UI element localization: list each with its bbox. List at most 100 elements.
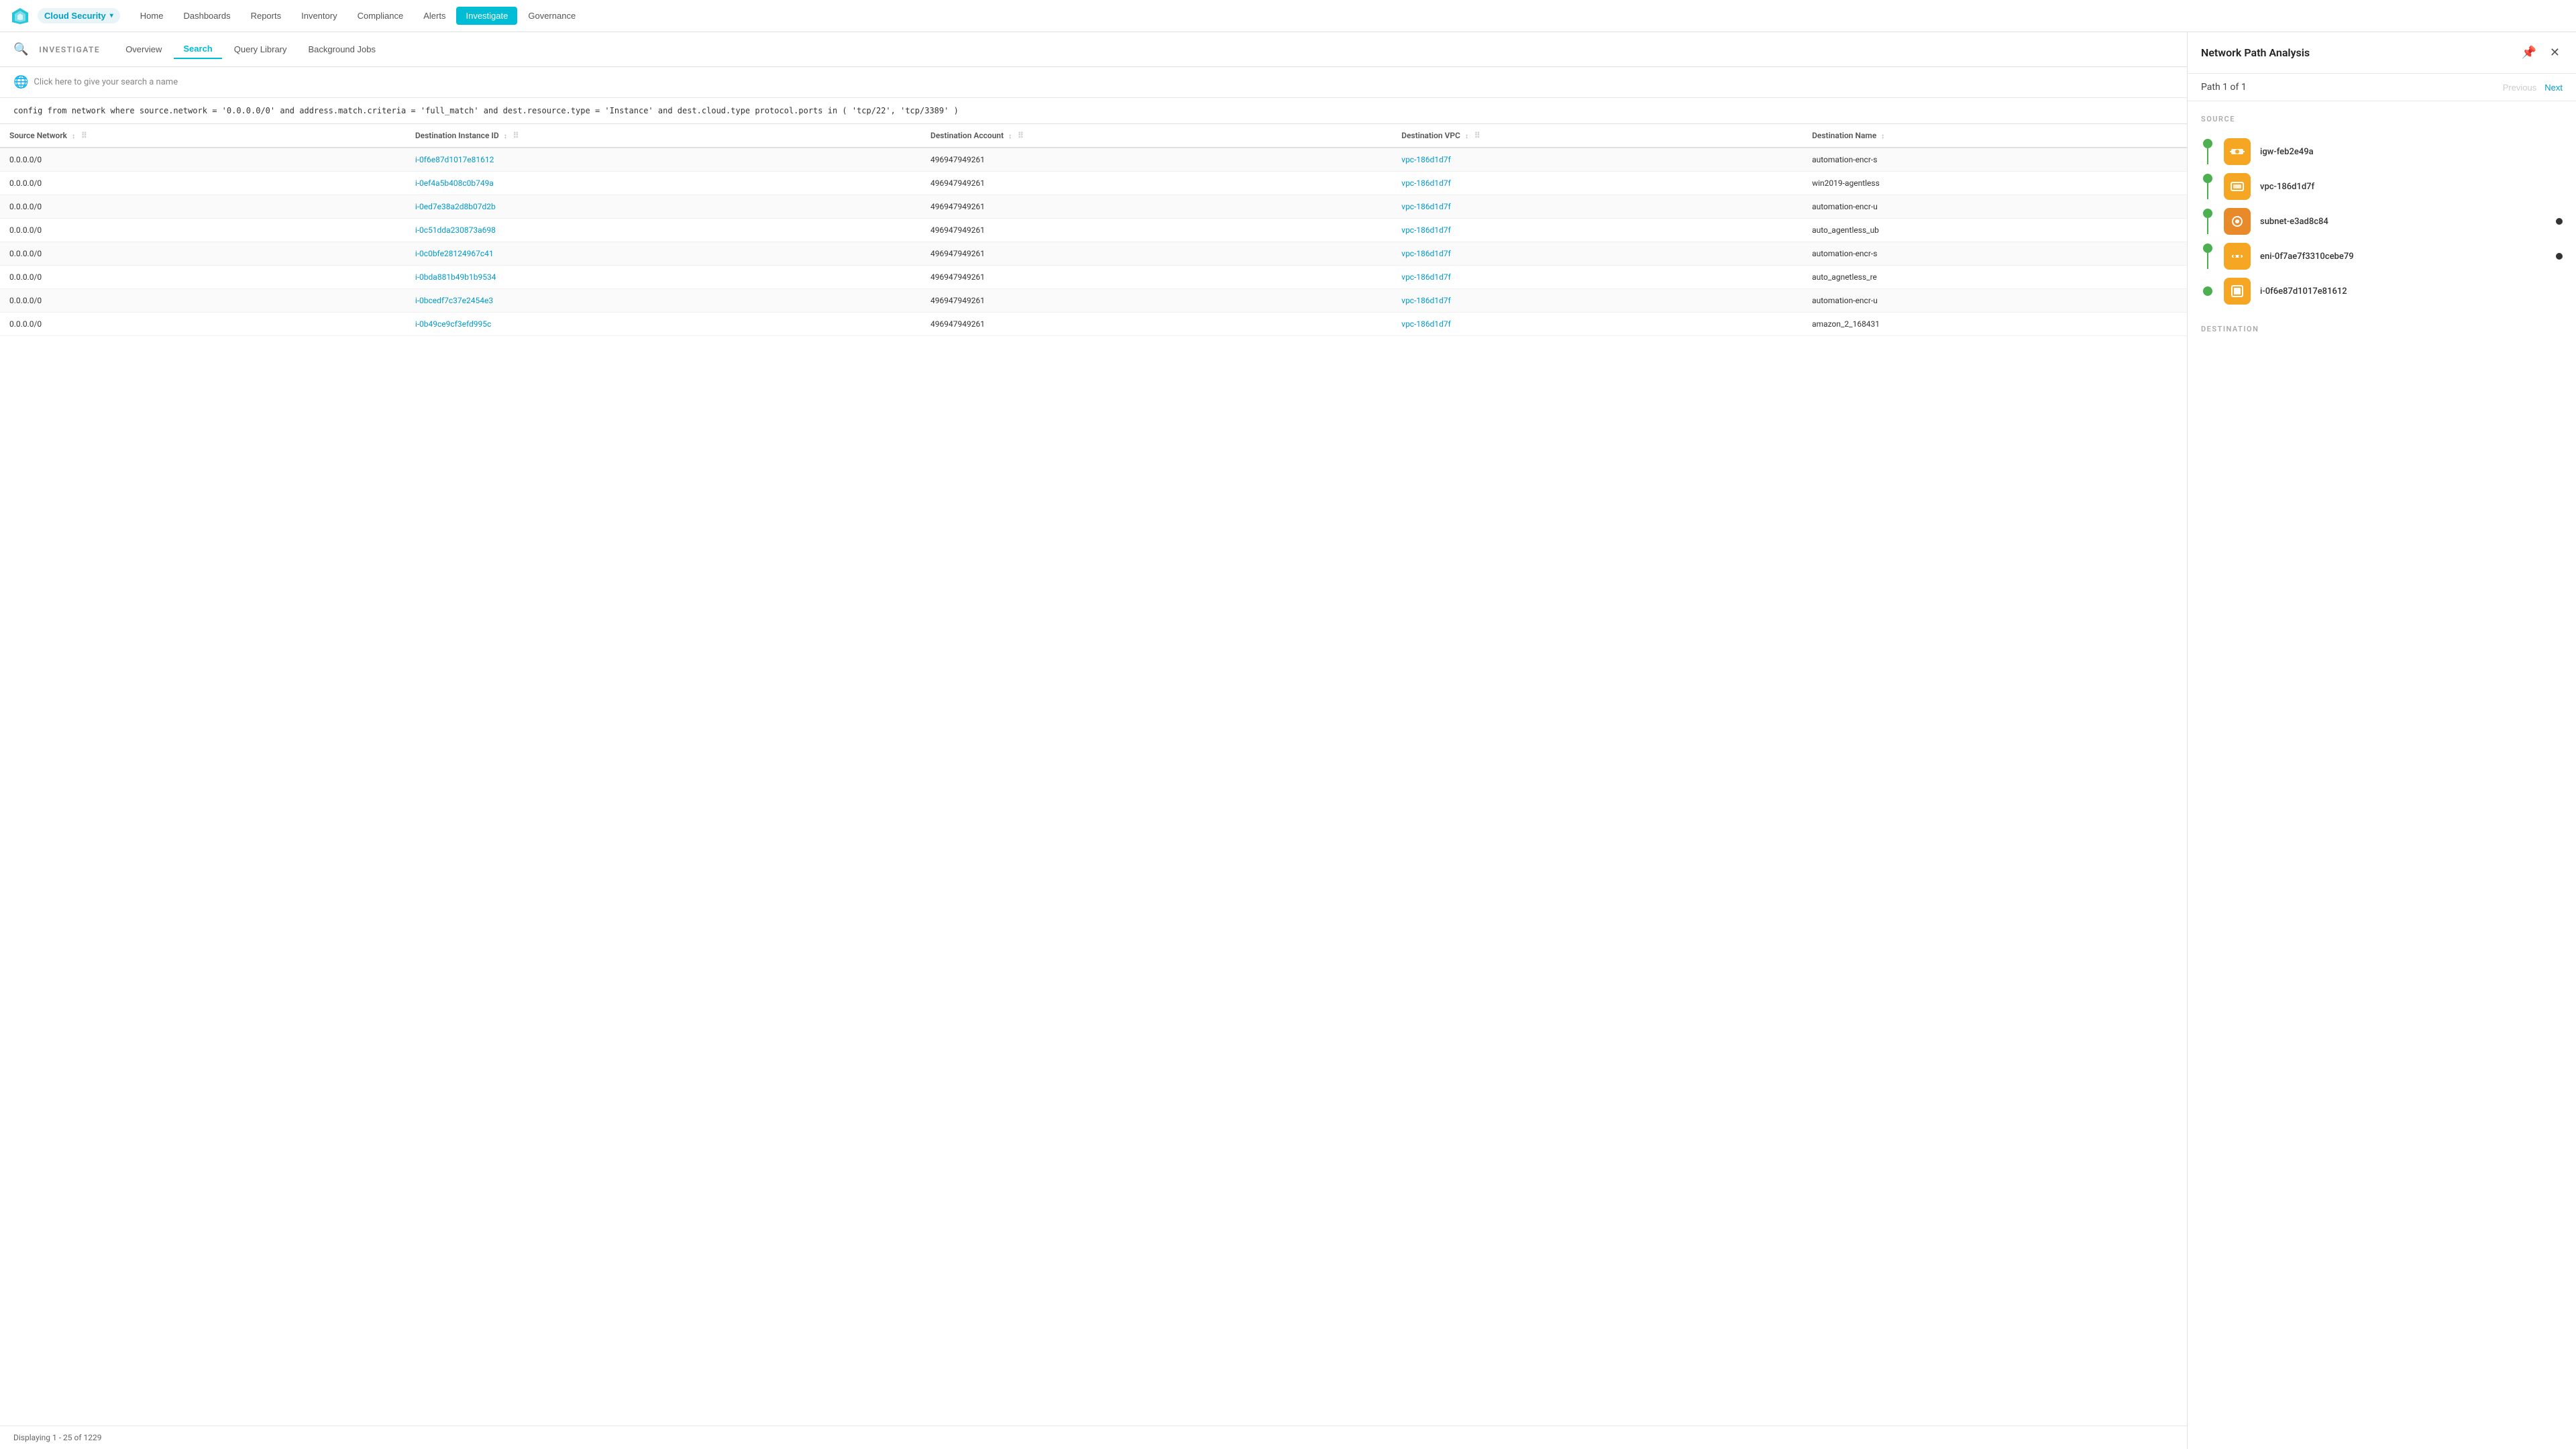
cell-dest-instance-id[interactable]: i-0c51dda230873a698 xyxy=(406,219,921,242)
col-dest-name: Destination Name ↕ xyxy=(1803,124,2187,148)
tab-search[interactable]: Search xyxy=(174,40,221,59)
node-line-igw xyxy=(2207,148,2208,164)
query-bar[interactable]: config from network where source.network… xyxy=(0,98,2187,124)
cell-dest-account: 496947949261 xyxy=(921,172,1392,195)
pin-button[interactable]: 📌 xyxy=(2518,43,2538,62)
node-dot-vpc xyxy=(2203,174,2212,183)
cell-source-network: 0.0.0.0/0 xyxy=(0,242,406,266)
node-line-vpc xyxy=(2207,183,2208,199)
cell-dest-vpc[interactable]: vpc-186d1d7f xyxy=(1392,289,1803,313)
nav-governance[interactable]: Governance xyxy=(519,7,585,25)
nav-inventory[interactable]: Inventory xyxy=(292,7,346,25)
path-nodes: igw-feb2e49a vpc-186d1d7f xyxy=(2201,134,2563,309)
top-nav: Cloud Security ▾ Home Dashboards Reports… xyxy=(0,0,2576,32)
path-nav: Path 1 of 1 Previous Next xyxy=(2188,74,2576,101)
sort-dest-instance-icon[interactable]: ↕ xyxy=(504,133,507,140)
sort-dest-account-icon[interactable]: ↕ xyxy=(1008,133,1012,140)
cell-dest-vpc[interactable]: vpc-186d1d7f xyxy=(1392,195,1803,219)
cell-dest-vpc[interactable]: vpc-186d1d7f xyxy=(1392,266,1803,289)
col-dest-account-label: Destination Account xyxy=(930,131,1004,140)
path-label: Path xyxy=(2201,82,2220,93)
drag-dest-vpc-icon[interactable]: ⠿ xyxy=(1474,131,1481,140)
investigate-title: INVESTIGATE xyxy=(39,45,100,54)
cell-dest-instance-id[interactable]: i-0ef4a5b408c0b749a xyxy=(406,172,921,195)
brand-chevron: ▾ xyxy=(110,12,113,19)
nav-alerts[interactable]: Alerts xyxy=(414,7,455,25)
sort-source-network-icon[interactable]: ↕ xyxy=(72,133,75,140)
node-connector-igw xyxy=(2201,139,2214,164)
cell-dest-name: automation-encr-s xyxy=(1803,148,2187,172)
cell-dest-vpc[interactable]: vpc-186d1d7f xyxy=(1392,242,1803,266)
col-dest-name-label: Destination Name xyxy=(1812,131,1876,140)
destination-section: DESTINATION xyxy=(2201,325,2563,333)
cell-dest-instance-id[interactable]: i-0b49ce9cf3efd995c xyxy=(406,313,921,336)
search-name-placeholder[interactable]: Click here to give your search a name xyxy=(34,77,178,87)
node-line-eni xyxy=(2207,253,2208,269)
nav-links: Home Dashboards Reports Inventory Compli… xyxy=(131,7,585,25)
nav-home[interactable]: Home xyxy=(131,7,173,25)
cell-dest-instance-id[interactable]: i-0ed7e38a2d8b07d2b xyxy=(406,195,921,219)
display-count: Displaying 1 - 25 of 1229 xyxy=(13,1433,101,1442)
drag-source-network-icon[interactable]: ⠿ xyxy=(81,131,87,140)
table-footer: Displaying 1 - 25 of 1229 xyxy=(0,1426,2187,1449)
tab-background-jobs[interactable]: Background Jobs xyxy=(299,40,385,59)
node-label-eni: eni-0f7ae7f3310cebe79 xyxy=(2260,252,2354,262)
sort-dest-vpc-icon[interactable]: ↕ xyxy=(1465,133,1468,140)
col-source-network-label: Source Network xyxy=(9,131,67,140)
node-connector-eni xyxy=(2201,244,2214,269)
cell-dest-vpc[interactable]: vpc-186d1d7f xyxy=(1392,219,1803,242)
table-area: Source Network ↕ ⠿ Destination Instance … xyxy=(0,124,2187,1426)
nav-investigate[interactable]: Investigate xyxy=(456,7,517,25)
node-connector-vpc xyxy=(2201,174,2214,199)
node-extra-dot-subnet xyxy=(2556,218,2563,225)
sort-dest-name-icon[interactable]: ↕ xyxy=(1881,133,1884,140)
drag-dest-instance-icon[interactable]: ⠿ xyxy=(513,131,519,140)
node-icon-eni xyxy=(2224,243,2251,270)
cell-dest-account: 496947949261 xyxy=(921,148,1392,172)
cell-source-network: 0.0.0.0/0 xyxy=(0,266,406,289)
globe-icon: 🌐 xyxy=(13,75,28,89)
node-connector-instance xyxy=(2201,286,2214,296)
cell-dest-instance-id[interactable]: i-0f6e87d1017e81612 xyxy=(406,148,921,172)
nav-dashboards[interactable]: Dashboards xyxy=(174,7,239,25)
table-row: 0.0.0.0/0i-0b49ce9cf3efd995c496947949261… xyxy=(0,313,2187,336)
cell-dest-name: automation-encr-s xyxy=(1803,242,2187,266)
table-row: 0.0.0.0/0i-0bcedf7c37e2454e3496947949261… xyxy=(0,289,2187,313)
col-dest-instance-id-label: Destination Instance ID xyxy=(415,131,499,140)
brand-button[interactable]: Cloud Security ▾ xyxy=(38,8,120,23)
col-dest-vpc: Destination VPC ↕ ⠿ xyxy=(1392,124,1803,148)
cell-dest-instance-id[interactable]: i-0bda881b49b1b9534 xyxy=(406,266,921,289)
tab-query-library[interactable]: Query Library xyxy=(225,40,297,59)
cell-dest-account: 496947949261 xyxy=(921,266,1392,289)
source-section-label: SOURCE xyxy=(2201,115,2563,123)
nav-reports[interactable]: Reports xyxy=(241,7,291,25)
path-total: 1 xyxy=(2241,82,2247,93)
node-dot-eni xyxy=(2203,244,2212,253)
node-connector-subnet xyxy=(2201,209,2214,234)
cell-dest-name: auto_agnetless_re xyxy=(1803,266,2187,289)
cell-dest-account: 496947949261 xyxy=(921,219,1392,242)
table-row: 0.0.0.0/0i-0c51dda230873a698496947949261… xyxy=(0,219,2187,242)
close-button[interactable]: ✕ xyxy=(2547,43,2563,62)
drag-dest-account-icon[interactable]: ⠿ xyxy=(1018,131,1024,140)
nav-compliance[interactable]: Compliance xyxy=(348,7,413,25)
cell-dest-account: 496947949261 xyxy=(921,289,1392,313)
node-icon-vpc xyxy=(2224,173,2251,200)
cell-dest-vpc[interactable]: vpc-186d1d7f xyxy=(1392,313,1803,336)
cell-dest-vpc[interactable]: vpc-186d1d7f xyxy=(1392,148,1803,172)
cell-dest-instance-id[interactable]: i-0c0bfe28124967c41 xyxy=(406,242,921,266)
prev-path-button[interactable]: Previous xyxy=(2503,83,2537,93)
cell-dest-instance-id[interactable]: i-0bcedf7c37e2454e3 xyxy=(406,289,921,313)
investigate-header: 🔍 INVESTIGATE Overview Search Query Libr… xyxy=(0,32,2187,67)
col-source-network: Source Network ↕ ⠿ xyxy=(0,124,406,148)
table-header: Source Network ↕ ⠿ Destination Instance … xyxy=(0,124,2187,148)
next-path-button[interactable]: Next xyxy=(2544,83,2563,93)
tab-overview[interactable]: Overview xyxy=(116,40,171,59)
node-label-igw: igw-feb2e49a xyxy=(2260,147,2314,157)
cell-dest-vpc[interactable]: vpc-186d1d7f xyxy=(1392,172,1803,195)
path-node-instance: i-0f6e87d1017e81612 xyxy=(2201,274,2563,309)
cell-dest-name: automation-encr-u xyxy=(1803,195,2187,219)
destination-section-label: DESTINATION xyxy=(2201,325,2563,333)
node-line-subnet xyxy=(2207,218,2208,234)
node-dot-subnet xyxy=(2203,209,2212,218)
